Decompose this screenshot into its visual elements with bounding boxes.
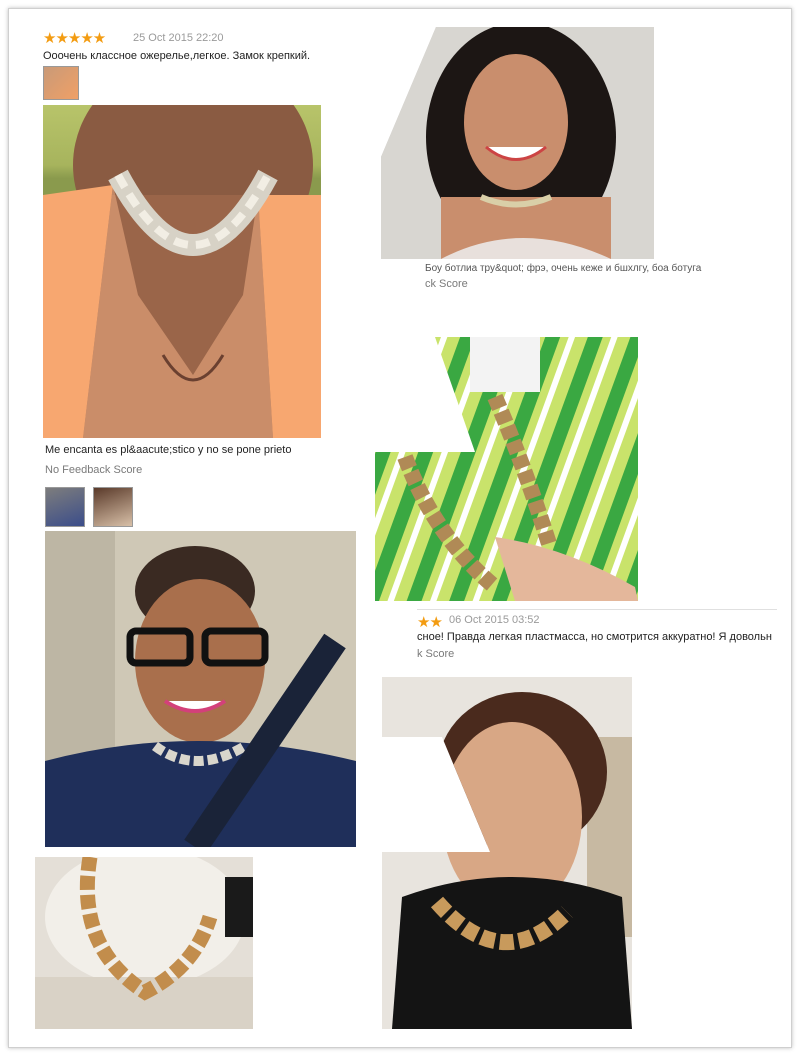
review-text: Ооочень классное ожерелье,легкое. Замок …	[43, 50, 311, 62]
photo-chain-stripes-drawing	[375, 337, 638, 601]
feedback-score: k Score	[417, 648, 455, 660]
feedback-score: ck Score	[425, 278, 468, 290]
review-thumbnail[interactable]	[45, 487, 85, 527]
collage-frame: ★★★★★ 25 Oct 2015 22:20 Ооочень классное…	[8, 8, 792, 1048]
review-text: Me encanta es pl&aacute;stico y no se po…	[45, 444, 292, 456]
review-thumbnail[interactable]	[43, 66, 79, 100]
photo-glasses-car-drawing	[45, 531, 356, 847]
divider	[417, 609, 777, 610]
photo-black-top[interactable]	[382, 677, 632, 1029]
photo-selfie-car-drawing	[381, 27, 654, 259]
review-thumbnail[interactable]	[93, 487, 133, 527]
photo-glasses-car[interactable]	[45, 531, 356, 847]
photo-chain-fur[interactable]	[35, 857, 253, 1029]
review-date: 06 Oct 2015 03:52	[449, 614, 540, 626]
review-text-partial: Боу ботлиа тру&quot; фрэ, очень кеже и б…	[425, 263, 702, 274]
photo-chain-stripes[interactable]	[375, 337, 638, 601]
photo-black-top-drawing	[382, 677, 632, 1029]
rating-stars: ★★★★★	[43, 30, 106, 47]
review-date: 25 Oct 2015 22:20	[133, 32, 224, 44]
photo-selfie-car[interactable]	[381, 27, 654, 259]
feedback-score: No Feedback Score	[45, 464, 143, 476]
rating-stars: ★★	[417, 614, 443, 631]
photo-orange-top[interactable]	[43, 105, 321, 438]
review-text-partial: сное! Правда легкая пластмасса, но смотр…	[417, 631, 772, 643]
photo-chain-fur-drawing	[35, 857, 253, 1029]
photo-orange-top-drawing	[43, 105, 321, 438]
